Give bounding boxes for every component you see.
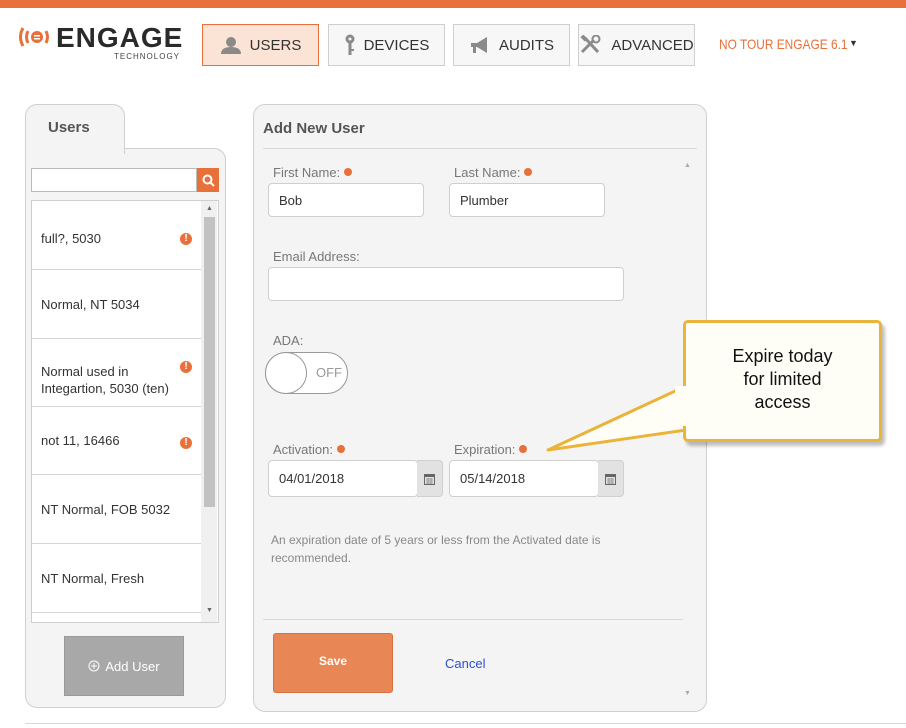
scroll-down-icon[interactable]: ▼ xyxy=(206,607,213,614)
ada-toggle-knob[interactable] xyxy=(265,352,307,394)
logo-subtext: TECHNOLOGY xyxy=(114,52,181,61)
callout-line-2: for limited xyxy=(743,369,822,389)
scroll-up-icon[interactable]: ▲ xyxy=(684,162,691,169)
last-name-label: Last Name: xyxy=(454,165,533,180)
warning-icon: ! xyxy=(180,361,192,373)
required-dot-icon xyxy=(344,168,353,176)
nav-advanced-button[interactable]: ADVANCED xyxy=(578,24,695,66)
nav-advanced-label: ADVANCED xyxy=(611,36,694,54)
dropdown-arrow-icon[interactable]: ▼ xyxy=(849,38,858,48)
list-item-name: full?, 5030 xyxy=(41,231,101,246)
ada-toggle-text: OFF xyxy=(316,365,342,380)
add-user-button[interactable]: Add User xyxy=(64,636,184,696)
calendar-icon xyxy=(424,473,435,485)
users-tab-label: Users xyxy=(48,119,90,136)
callout-line-3: access xyxy=(754,392,811,412)
form-divider xyxy=(263,148,697,149)
person-icon xyxy=(220,37,241,54)
nav-users-label: USERS xyxy=(249,36,302,54)
list-item-name: NT Normal, Fresh xyxy=(41,571,145,586)
email-label: Email Address: xyxy=(273,249,360,264)
callout-pointer-cover xyxy=(675,386,689,426)
list-item[interactable]: not 11, 16466 ! xyxy=(32,407,202,475)
expiration-label: Expiration: xyxy=(454,442,528,457)
user-list-scroll-thumb[interactable] xyxy=(204,217,215,507)
search-icon xyxy=(202,174,215,187)
list-item[interactable]: NT Normal, Fresh xyxy=(32,544,202,613)
required-dot-icon xyxy=(519,445,528,453)
list-item[interactable]: full?, 5030 ! xyxy=(32,201,202,270)
site-selector[interactable]: NO TOUR ENGAGE 6.1 xyxy=(719,36,848,52)
list-item-name: NT Normal, FOB 5032 xyxy=(41,502,171,517)
form-footer-divider xyxy=(263,619,683,620)
users-tab[interactable]: Users xyxy=(25,104,125,154)
engage-logo-icon xyxy=(19,27,49,47)
users-panel-border xyxy=(125,148,226,162)
scroll-down-icon[interactable]: ▼ xyxy=(684,690,691,697)
list-item-name: Normal, NT 5034 xyxy=(41,297,140,312)
top-accent-bar xyxy=(0,0,906,8)
email-input[interactable] xyxy=(268,267,624,301)
tools-icon xyxy=(580,35,601,54)
engage-logo: ENGAGE TECHNOLOGY xyxy=(18,22,198,64)
list-item[interactable]: Normal used in Integartion, 5030 (ten) ! xyxy=(32,339,202,407)
expiration-date-input[interactable] xyxy=(449,460,599,497)
required-dot-icon xyxy=(336,445,345,453)
activation-label: Activation: xyxy=(273,442,345,457)
calendar-icon xyxy=(605,473,616,485)
nav-audits-label: AUDITS xyxy=(498,36,554,54)
scroll-up-icon[interactable]: ▲ xyxy=(206,205,213,212)
megaphone-icon xyxy=(470,37,487,53)
page-bottom-divider xyxy=(25,723,906,724)
first-name-label: First Name: xyxy=(273,165,353,180)
nav-devices-button[interactable]: DEVICES xyxy=(328,24,445,66)
ada-label: ADA: xyxy=(273,333,304,348)
activation-date-input[interactable] xyxy=(268,460,418,497)
list-item[interactable]: Normal, NT 5034 xyxy=(32,270,202,339)
callout-line-1: Expire today xyxy=(732,346,833,366)
key-icon xyxy=(345,34,355,55)
expiration-hint: An expiration date of 5 years or less fr… xyxy=(271,533,601,565)
cancel-link[interactable]: Cancel xyxy=(445,656,485,671)
list-item-name: not 11, 16466 xyxy=(41,433,120,448)
search-button[interactable] xyxy=(197,168,219,192)
required-dot-icon xyxy=(524,168,533,176)
activation-calendar-button[interactable] xyxy=(417,460,443,497)
save-label: Save xyxy=(318,654,348,668)
warning-icon: ! xyxy=(180,437,192,449)
nav-devices-label: DEVICES xyxy=(363,36,430,54)
form-title: Add New User xyxy=(263,120,365,137)
last-name-input[interactable] xyxy=(449,183,605,217)
plus-circle-icon xyxy=(88,660,100,672)
user-search-input[interactable] xyxy=(31,168,197,192)
add-user-label: Add User xyxy=(105,658,160,674)
list-item[interactable]: NT Normal, FOB 5032 xyxy=(32,475,202,544)
warning-icon: ! xyxy=(180,233,192,245)
nav-audits-button[interactable]: AUDITS xyxy=(453,24,570,66)
expiration-calendar-button[interactable] xyxy=(598,460,624,497)
user-list: full?, 5030 ! Normal, NT 5034 Normal use… xyxy=(31,200,219,623)
callout-pointer xyxy=(546,384,688,452)
logo-text: ENGAGE xyxy=(56,22,184,53)
list-item-name: Normal used in xyxy=(41,364,129,379)
annotation-callout: Expire today for limited access xyxy=(683,320,882,442)
nav-users-button[interactable]: USERS xyxy=(202,24,319,66)
save-button[interactable]: Save xyxy=(273,633,393,693)
first-name-input[interactable] xyxy=(268,183,424,217)
list-item-name-cont: Integartion, 5030 (ten) xyxy=(41,381,169,396)
